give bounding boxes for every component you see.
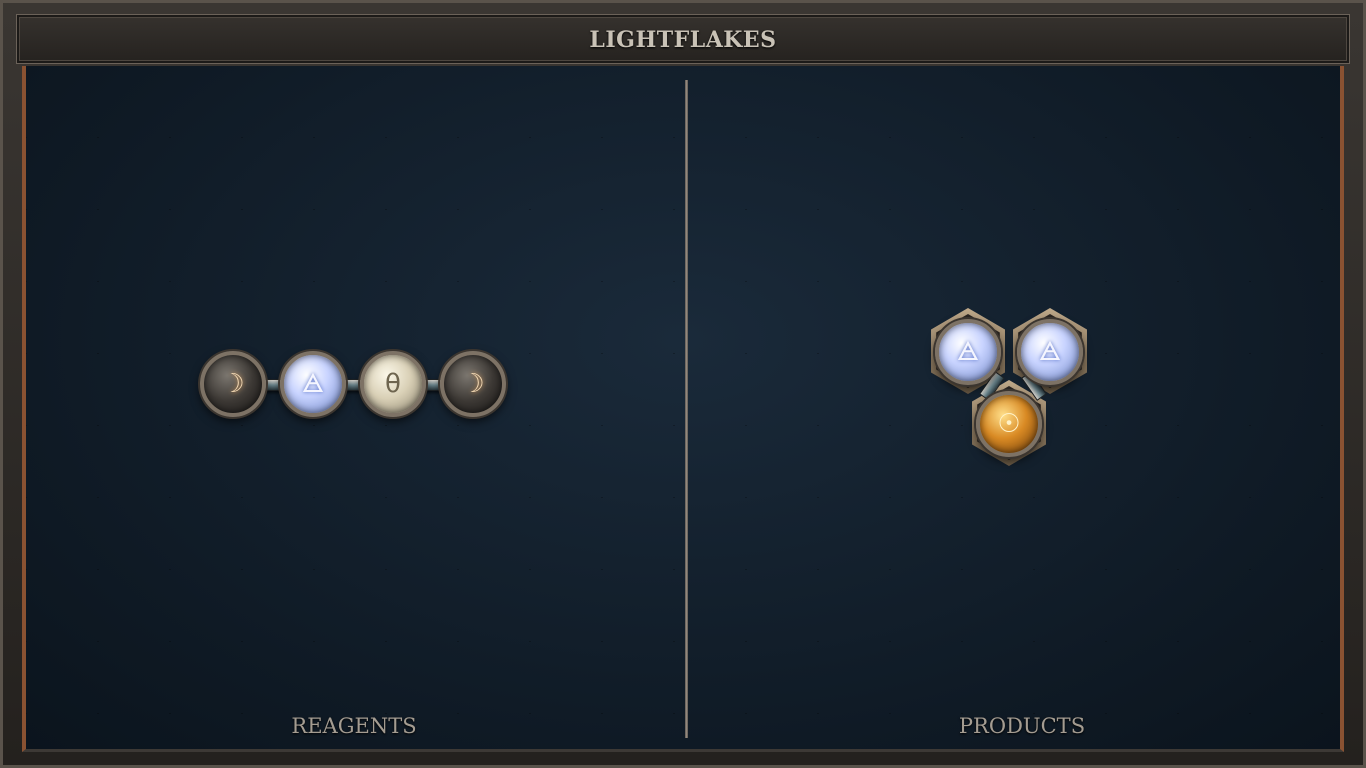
air-atom[interactable]: 🜁: [1017, 319, 1083, 385]
gold-icon: ☉: [997, 409, 1021, 439]
quicksilver-icon: ☽: [221, 369, 245, 399]
salt-icon: θ: [385, 369, 401, 399]
quicksilver-atom[interactable]: ☽: [440, 351, 506, 417]
panel-divider: [685, 80, 688, 738]
quicksilver-atom[interactable]: ☽: [200, 351, 266, 417]
gold-atom[interactable]: ☉: [976, 391, 1042, 457]
title-bar: LIGHTFLAKES: [16, 14, 1350, 64]
air-icon: 🜁: [301, 369, 325, 399]
quicksilver-icon: ☽: [461, 369, 485, 399]
products-label: PRODUCTS: [958, 714, 1086, 738]
air-icon: 🜁: [956, 337, 980, 367]
air-icon: 🜁: [1038, 337, 1062, 367]
page-title: LIGHTFLAKES: [589, 27, 777, 53]
air-atom[interactable]: 🜁: [280, 351, 346, 417]
salt-atom[interactable]: θ: [360, 351, 426, 417]
molecule-board: ☽ 🜁 θ ☽ 🜁 🜁 ☉ REAGENTS PRODUCTS: [22, 66, 1344, 752]
air-atom[interactable]: 🜁: [935, 319, 1001, 385]
reagents-label: REAGENTS: [291, 714, 417, 738]
